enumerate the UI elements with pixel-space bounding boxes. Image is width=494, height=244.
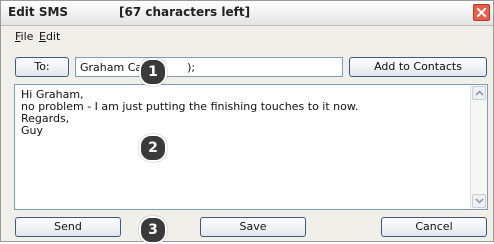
cancel-button[interactable]: Cancel (381, 217, 487, 237)
menu-edit[interactable]: Edit (39, 30, 60, 43)
callout-badge-3: 3 (139, 216, 167, 244)
edit-sms-window: Edit SMS [67 characters left] File Edit … (0, 0, 494, 242)
scroll-down-button[interactable] (472, 194, 486, 208)
menu-bar: File Edit (1, 26, 493, 46)
characters-left-counter: [67 characters left] (119, 5, 251, 19)
add-to-contacts-button[interactable]: Add to Contacts (349, 57, 487, 77)
send-button[interactable]: Send (15, 217, 121, 237)
recipient-field[interactable]: Graham Cau); (75, 57, 343, 77)
menu-file[interactable]: File (15, 30, 33, 43)
close-icon (477, 8, 486, 17)
chevron-up-icon (475, 90, 484, 96)
message-line: Guy (21, 124, 44, 137)
recipient-value-tail: ); (187, 61, 196, 74)
chevron-down-icon (475, 198, 484, 204)
save-button[interactable]: Save (200, 217, 306, 237)
callout-badge-2: 2 (139, 134, 167, 162)
title-bar: Edit SMS [67 characters left] (1, 1, 493, 26)
to-button[interactable]: To: (15, 57, 69, 77)
message-line: no problem - I am just putting the finis… (21, 100, 359, 113)
vertical-scrollbar[interactable] (470, 85, 487, 209)
callout-badge-1: 1 (139, 58, 167, 86)
scroll-up-button[interactable] (472, 86, 486, 100)
message-textarea[interactable]: Hi Graham, no problem - I am just puttin… (14, 84, 488, 210)
close-button[interactable] (473, 4, 490, 21)
window-title: Edit SMS (8, 5, 69, 19)
